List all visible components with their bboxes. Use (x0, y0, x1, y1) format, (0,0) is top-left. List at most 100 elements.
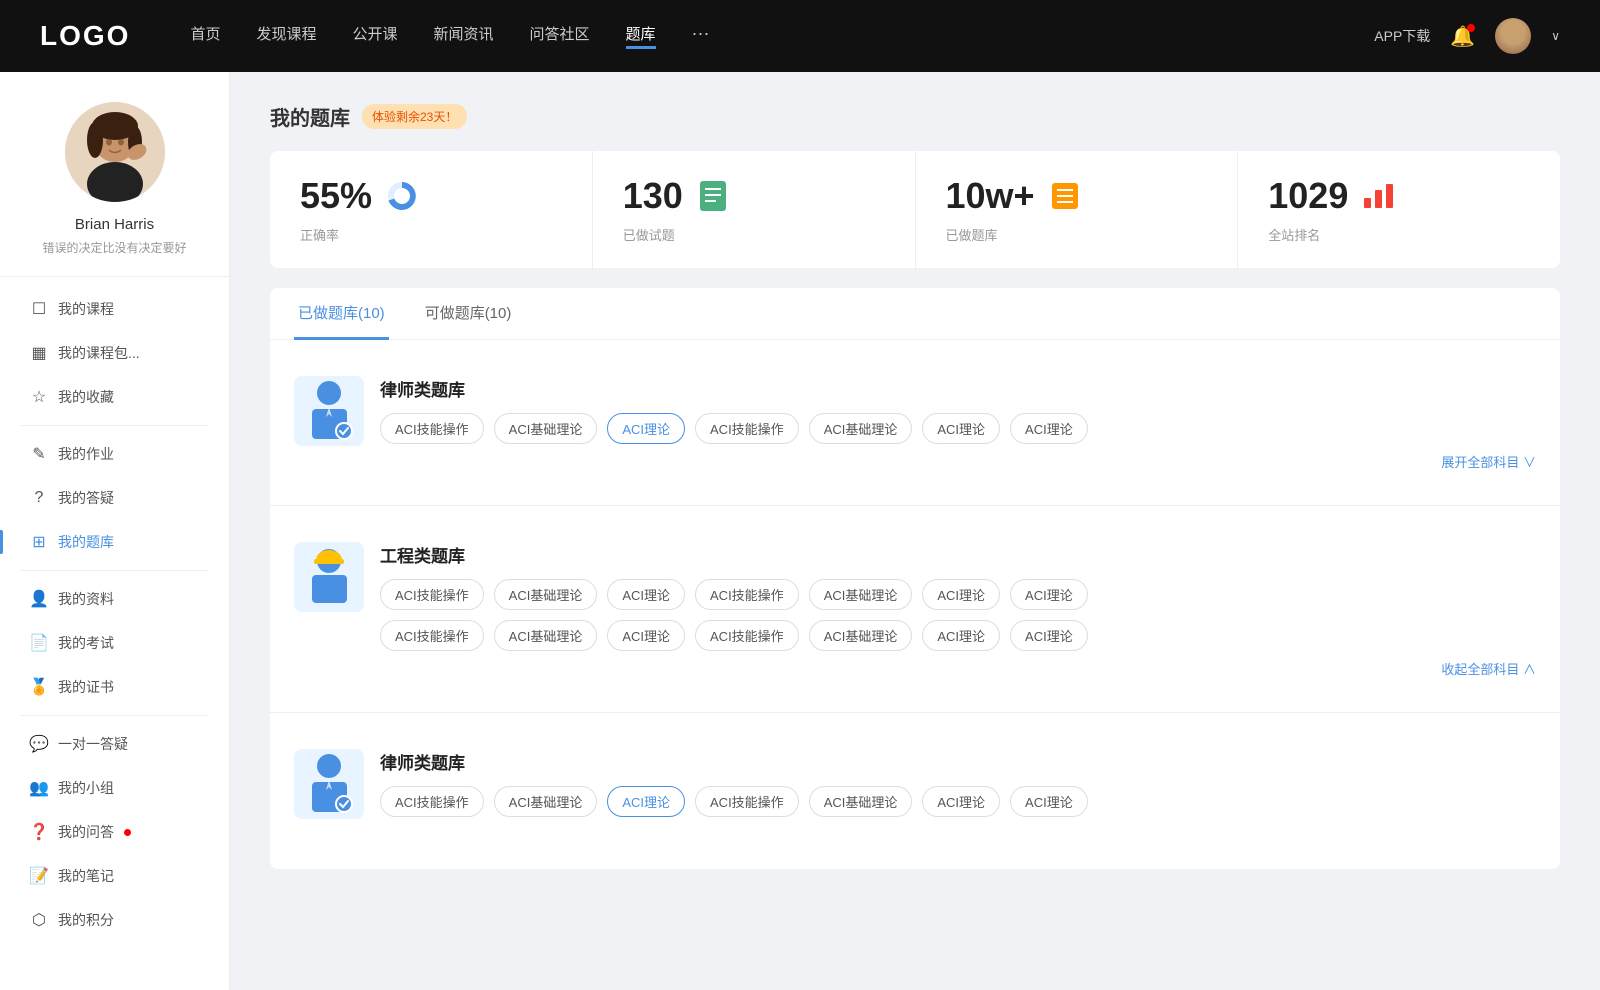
tag-2-4[interactable]: ACI技能操作 (695, 579, 799, 610)
tag-2-2[interactable]: ACI基础理论 (494, 579, 598, 610)
qbank-title-3: 律师类题库 (380, 749, 1536, 774)
sidebar-item-1on1[interactable]: 💬 一对一答疑 (0, 722, 229, 766)
stat-done-banks-top: 10w+ (946, 175, 1208, 217)
tag-2b-5[interactable]: ACI基础理论 (809, 620, 913, 651)
tag-3-5[interactable]: ACI基础理论 (809, 786, 913, 817)
page-layout: Brian Harris 错误的决定比没有决定要好 ☐ 我的课程 ▦ 我的课程包… (0, 72, 1600, 990)
tag-2b-6[interactable]: ACI理论 (922, 620, 1000, 651)
main-content: 我的题库 体验剩余23天！ 55% 正确 (230, 72, 1600, 990)
collapse-link-2[interactable]: 收起全部科目 ∧ (380, 659, 1536, 678)
sidebar-item-homework[interactable]: ✎ 我的作业 (0, 432, 229, 476)
navbar: LOGO 首页 发现课程 公开课 新闻资讯 问答社区 题库 ··· APP下载 … (0, 0, 1600, 72)
sidebar-item-exam[interactable]: 📄 我的考试 (0, 621, 229, 665)
sidebar-label-1on1: 一对一答疑 (58, 734, 128, 754)
tag-1-3[interactable]: ACI理论 (607, 413, 685, 444)
profile-avatar[interactable] (65, 102, 165, 202)
lawyer-icon-1 (294, 376, 364, 446)
sidebar-item-profile[interactable]: 👤 我的资料 (0, 577, 229, 621)
sidebar-item-note[interactable]: 📝 我的笔记 (0, 854, 229, 898)
tag-2-5[interactable]: ACI基础理论 (809, 579, 913, 610)
app-download-btn[interactable]: APP下载 (1374, 26, 1430, 46)
sidebar-item-coursepack[interactable]: ▦ 我的课程包... (0, 331, 229, 375)
tag-2b-1[interactable]: ACI技能操作 (380, 620, 484, 651)
nav-news[interactable]: 新闻资讯 (434, 23, 494, 49)
stat-done-questions-value: 130 (623, 175, 683, 217)
stat-accuracy-label: 正确率 (300, 225, 562, 244)
divider-3 (20, 715, 209, 716)
sidebar-item-answer[interactable]: ? 我的答疑 (0, 476, 229, 520)
page-title: 我的题库 (270, 102, 350, 131)
tag-3-1[interactable]: ACI技能操作 (380, 786, 484, 817)
profile-motto: 错误的决定比没有决定要好 (42, 239, 186, 256)
tag-1-6[interactable]: ACI理论 (922, 413, 1000, 444)
sidebar-item-points[interactable]: ⬡ 我的积分 (0, 898, 229, 942)
stat-done-banks: 10w+ 已做题库 (916, 151, 1239, 268)
stat-rank: 1029 全站排名 (1238, 151, 1560, 268)
tag-1-7[interactable]: ACI理论 (1010, 413, 1088, 444)
sidebar-item-group[interactable]: 👥 我的小组 (0, 766, 229, 810)
stat-rank-top: 1029 (1268, 175, 1530, 217)
tab-done-banks[interactable]: 已做题库(10) (294, 288, 389, 340)
sidebar: Brian Harris 错误的决定比没有决定要好 ☐ 我的课程 ▦ 我的课程包… (0, 72, 230, 990)
tag-2-3[interactable]: ACI理论 (607, 579, 685, 610)
stat-accuracy: 55% 正确率 (270, 151, 593, 268)
divider-1 (20, 425, 209, 426)
stat-done-questions-top: 130 (623, 175, 885, 217)
navbar-more[interactable]: ··· (692, 23, 710, 49)
sidebar-label-collection: 我的收藏 (58, 387, 114, 407)
tag-2b-2[interactable]: ACI基础理论 (494, 620, 598, 651)
sidebar-item-myqa[interactable]: ❓ 我的问答 (0, 810, 229, 854)
tag-1-5[interactable]: ACI基础理论 (809, 413, 913, 444)
tag-1-4[interactable]: ACI技能操作 (695, 413, 799, 444)
stat-done-banks-label: 已做题库 (946, 225, 1208, 244)
qa-dot-badge (124, 829, 131, 836)
sidebar-item-qbank[interactable]: ⊞ 我的题库 (0, 520, 229, 564)
tag-3-3[interactable]: ACI理论 (607, 786, 685, 817)
notification-bell[interactable]: 🔔 (1450, 24, 1475, 49)
tag-1-2[interactable]: ACI基础理论 (494, 413, 598, 444)
qbank-card-2: 工程类题库 ACI技能操作 ACI基础理论 ACI理论 ACI技能操作 ACI基… (270, 522, 1560, 713)
qbank-header-3: 律师类题库 ACI技能操作 ACI基础理论 ACI理论 ACI技能操作 ACI基… (294, 749, 1536, 819)
nav-opencourse[interactable]: 公开课 (352, 23, 397, 49)
nav-home[interactable]: 首页 (190, 23, 220, 49)
tag-3-7[interactable]: ACI理论 (1010, 786, 1088, 817)
doc-green-icon (695, 178, 731, 214)
qbank-title-1: 律师类题库 (380, 376, 1536, 401)
tag-2-1[interactable]: ACI技能操作 (380, 579, 484, 610)
nav-qa[interactable]: 问答社区 (530, 23, 590, 49)
tags-section-2: 工程类题库 ACI技能操作 ACI基础理论 ACI理论 ACI技能操作 ACI基… (380, 542, 1536, 678)
nav-discover[interactable]: 发现课程 (256, 23, 316, 49)
tag-1-1[interactable]: ACI技能操作 (380, 413, 484, 444)
tag-2-7[interactable]: ACI理论 (1010, 579, 1088, 610)
tag-3-4[interactable]: ACI技能操作 (695, 786, 799, 817)
user-menu-chevron[interactable]: ∨ (1551, 29, 1560, 43)
tag-3-6[interactable]: ACI理论 (922, 786, 1000, 817)
sidebar-label-group: 我的小组 (58, 778, 114, 798)
tags-section-1: 律师类题库 ACI技能操作 ACI基础理论 ACI理论 ACI技能操作 ACI基… (380, 376, 1536, 471)
avatar-image (65, 102, 165, 202)
nav-qbank[interactable]: 题库 (626, 23, 656, 49)
tag-2b-4[interactable]: ACI技能操作 (695, 620, 799, 651)
user-avatar[interactable] (1495, 18, 1531, 54)
tag-2b-3[interactable]: ACI理论 (607, 620, 685, 651)
stat-done-banks-value: 10w+ (946, 175, 1035, 217)
chat-icon: 💬 (30, 735, 48, 753)
bar-red-icon (1360, 178, 1396, 214)
stats-row: 55% 正确率 130 (270, 151, 1560, 268)
main-card: 已做题库(10) 可做题库(10) (270, 288, 1560, 869)
expand-link-1[interactable]: 展开全部科目 ∨ (380, 452, 1536, 471)
tag-3-2[interactable]: ACI基础理论 (494, 786, 598, 817)
qa-icon: ❓ (30, 823, 48, 841)
tags-row-1: ACI技能操作 ACI基础理论 ACI理论 ACI技能操作 ACI基础理论 AC… (380, 413, 1536, 444)
engineer-icon-2 (294, 542, 364, 612)
sidebar-item-mycourse[interactable]: ☐ 我的课程 (0, 287, 229, 331)
person-icon: 👤 (30, 590, 48, 608)
sidebar-menu: ☐ 我的课程 ▦ 我的课程包... ☆ 我的收藏 ✎ 我的作业 ? 我的答疑 ⊞ (0, 277, 229, 952)
tag-2b-7[interactable]: ACI理论 (1010, 620, 1088, 651)
stat-rank-label: 全站排名 (1268, 225, 1530, 244)
sidebar-item-collection[interactable]: ☆ 我的收藏 (0, 375, 229, 419)
tab-todo-banks[interactable]: 可做题库(10) (421, 288, 516, 340)
pie-icon (384, 178, 420, 214)
sidebar-item-cert[interactable]: 🏅 我的证书 (0, 665, 229, 709)
tag-2-6[interactable]: ACI理论 (922, 579, 1000, 610)
